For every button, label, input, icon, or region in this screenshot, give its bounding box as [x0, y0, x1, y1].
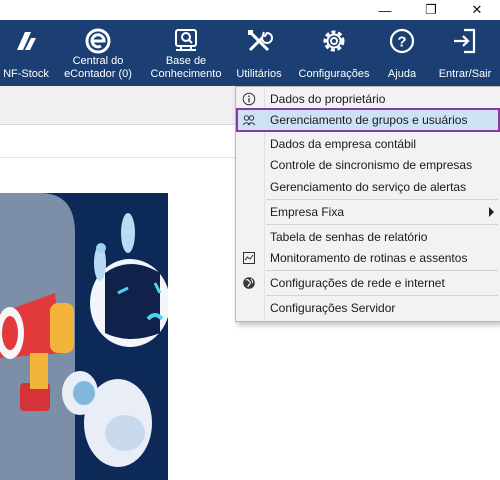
- toolbar-label-line-2: eContador (0): [64, 68, 132, 80]
- login-icon: [454, 28, 476, 54]
- toolbar-ajuda[interactable]: ? Ajuda: [380, 20, 424, 86]
- menu-item-config-rede-internet[interactable]: Configurações de rede e internet: [236, 271, 500, 295]
- menu-item-label: Gerenciamento de grupos e usuários: [270, 113, 468, 127]
- menu-item-label: Gerenciamento do serviço de alertas: [270, 180, 467, 194]
- toolbar-label: NF-Stock: [3, 68, 49, 80]
- toolbar-label-line-2: Conhecimento: [150, 68, 222, 80]
- tools-icon: [248, 30, 273, 52]
- econtador-e-icon: [85, 28, 111, 54]
- toolbar-label: Entrar/Sair: [438, 68, 492, 80]
- svg-text:?: ?: [397, 34, 406, 51]
- menu-item-label: Tabela de senhas de relatório: [270, 230, 428, 244]
- minimize-button[interactable]: —: [362, 0, 408, 20]
- toolbar-central-econtador[interactable]: Central do eContador (0): [56, 20, 140, 86]
- toolbar-label: Utilitários: [236, 68, 282, 80]
- toolbar-label: Configurações: [298, 68, 370, 80]
- restore-button[interactable]: ❐: [408, 0, 454, 20]
- toolbar-entrar-sair[interactable]: Entrar/Sair: [432, 20, 498, 86]
- promo-banner-image: [0, 193, 168, 480]
- toolbar-utilitarios[interactable]: Utilitários: [230, 20, 288, 86]
- main-toolbar: NF-Stock Central do eContador (0) Base d…: [0, 20, 500, 86]
- menu-item-label: Dados do proprietário: [270, 92, 386, 106]
- close-button[interactable]: ✕: [454, 0, 500, 20]
- toolbar-label-line-1: Base de: [165, 55, 207, 67]
- toolbar-nf-stock[interactable]: NF-Stock: [0, 20, 52, 86]
- menu-item-gerenciamento-grupos-usuarios[interactable]: Gerenciamento de grupos e usuários: [236, 108, 500, 132]
- help-icon: ?: [389, 28, 415, 54]
- monitor-chart-icon: [243, 252, 255, 264]
- window-title-bar: — ❐ ✕: [0, 0, 500, 20]
- menu-item-label: Configurações de rede e internet: [270, 276, 445, 290]
- menu-item-empresa-fixa[interactable]: Empresa Fixa: [236, 200, 500, 224]
- toolbar-label-line-1: Central do: [72, 55, 124, 67]
- menu-item-monitoramento-rotinas[interactable]: Monitoramento de rotinas e assentos: [236, 246, 500, 270]
- menu-item-label: Empresa Fixa: [270, 205, 345, 219]
- utilitarios-dropdown-menu: Dados do proprietário Gerenciamento de g…: [235, 86, 500, 322]
- submenu-arrow-icon: [489, 207, 494, 217]
- info-icon: [242, 92, 256, 106]
- nf-stock-logo-icon: [17, 32, 36, 50]
- menu-item-controle-sincronismo[interactable]: Controle de sincronismo de empresas: [236, 153, 500, 177]
- knowledge-search-icon: [175, 29, 197, 51]
- menu-item-label: Controle de sincronismo de empresas: [270, 158, 473, 172]
- toolbar-base-conhecimento[interactable]: Base de Conhecimento: [145, 20, 227, 86]
- gear-icon: [323, 30, 345, 52]
- menu-item-label: Monitoramento de rotinas e assentos: [270, 251, 468, 265]
- toolbar-configuracoes[interactable]: Configurações: [294, 20, 374, 86]
- menu-item-servico-alertas[interactable]: Gerenciamento do serviço de alertas: [236, 175, 500, 199]
- toolbar-label: Ajuda: [387, 68, 417, 80]
- menu-item-config-servidor[interactable]: Configurações Servidor: [236, 296, 500, 320]
- robot-megaphone-illustration: [0, 193, 168, 480]
- globe-icon: [243, 277, 255, 289]
- users-icon: [242, 115, 256, 126]
- menu-item-label: Dados da empresa contábil: [270, 137, 417, 151]
- menu-item-label: Configurações Servidor: [270, 301, 396, 315]
